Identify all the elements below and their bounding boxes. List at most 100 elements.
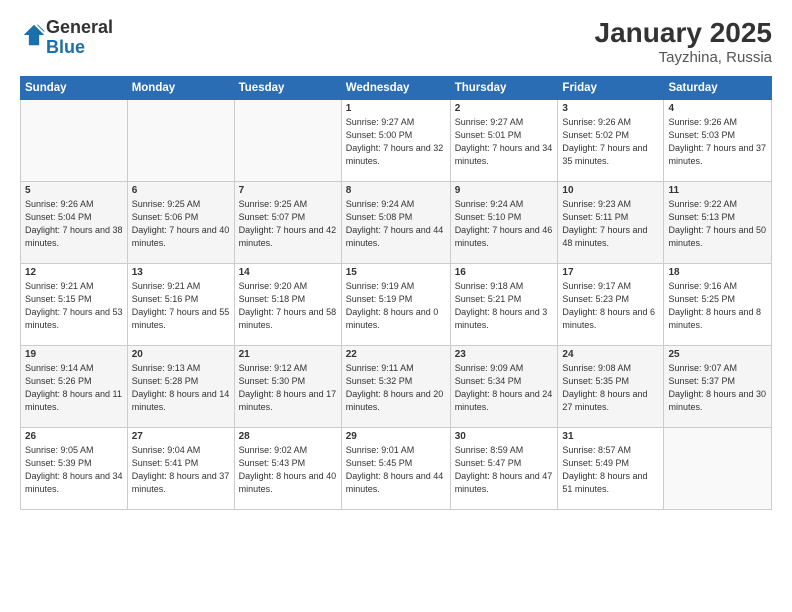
table-row: 2 Sunrise: 9:27 AMSunset: 5:01 PMDaylight… [450,99,558,181]
page: General Blue January 2025 Tayzhina, Russ… [0,0,792,612]
day-number: 30 [455,431,554,442]
calendar-week-row: 19Sunrise: 9:14 AMSunset: 5:26 PMDayligh… [21,345,772,427]
day-info: Sunrise: 9:12 AMSunset: 5:30 PMDaylight:… [239,362,337,414]
day-info: Sunrise: 9:11 AMSunset: 5:32 PMDaylight:… [346,362,446,414]
day-number: 9 [455,185,554,196]
day-number: 21 [239,349,337,360]
day-info: Sunrise: 9:19 AMSunset: 5:19 PMDaylight:… [346,280,446,332]
table-row: 24 Sunrise: 9:08 AMSunset: 5:35 PMDayligh… [558,345,664,427]
table-row: 25Sunrise: 9:07 AMSunset: 5:37 PMDayligh… [664,345,772,427]
page-title: January 2025 [595,18,772,49]
day-info: Sunrise: 9:08 AMSunset: 5:35 PMDaylight:… [562,362,659,414]
table-row: 14 Sunrise: 9:20 AMSunset: 5:18 PMDayligh… [234,263,341,345]
day-number: 11 [668,185,767,196]
day-number: 23 [455,349,554,360]
day-number: 13 [132,267,230,278]
day-number: 7 [239,185,337,196]
day-info: Sunrise: 9:23 AMSunset: 5:11 PMDaylight:… [562,198,659,250]
table-row [234,99,341,181]
day-info: Sunrise: 9:25 AMSunset: 5:06 PMDaylight:… [132,198,230,250]
col-thursday: Thursday [450,76,558,99]
col-sunday: Sunday [21,76,128,99]
day-info: Sunrise: 9:21 AMSunset: 5:15 PMDaylight:… [25,280,123,332]
table-row: 20Sunrise: 9:13 AMSunset: 5:28 PMDayligh… [127,345,234,427]
day-info: Sunrise: 9:04 AMSunset: 5:41 PMDaylight:… [132,444,230,496]
day-info: Sunrise: 9:17 AMSunset: 5:23 PMDaylight:… [562,280,659,332]
header: General Blue January 2025 Tayzhina, Russ… [20,18,772,66]
table-row: 12Sunrise: 9:21 AMSunset: 5:15 PMDayligh… [21,263,128,345]
day-info: Sunrise: 9:21 AMSunset: 5:16 PMDaylight:… [132,280,230,332]
table-row: 22 Sunrise: 9:11 AMSunset: 5:32 PMDayligh… [341,345,450,427]
table-row: 13 Sunrise: 9:21 AMSunset: 5:16 PMDayligh… [127,263,234,345]
table-row: 18 Sunrise: 9:16 AMSunset: 5:25 PMDayligh… [664,263,772,345]
day-info: Sunrise: 9:02 AMSunset: 5:43 PMDaylight:… [239,444,337,496]
day-info: Sunrise: 9:13 AMSunset: 5:28 PMDaylight:… [132,362,230,414]
day-number: 18 [668,267,767,278]
table-row: 28Sunrise: 9:02 AMSunset: 5:43 PMDayligh… [234,427,341,509]
day-info: Sunrise: 9:20 AMSunset: 5:18 PMDaylight:… [239,280,337,332]
day-info: Sunrise: 9:26 AMSunset: 5:02 PMDaylight:… [562,116,659,168]
calendar-week-row: 26 Sunrise: 9:05 AMSunset: 5:39 PMDayligh… [21,427,772,509]
day-number: 22 [346,349,446,360]
day-info: Sunrise: 9:05 AMSunset: 5:39 PMDaylight:… [25,444,123,496]
table-row: 6 Sunrise: 9:25 AMSunset: 5:06 PMDaylight… [127,181,234,263]
table-row: 10 Sunrise: 9:23 AMSunset: 5:11 PMDayligh… [558,181,664,263]
day-info: Sunrise: 8:59 AMSunset: 5:47 PMDaylight:… [455,444,554,496]
day-number: 3 [562,103,659,114]
day-info: Sunrise: 8:57 AMSunset: 5:49 PMDaylight:… [562,444,659,496]
day-info: Sunrise: 9:26 AMSunset: 5:04 PMDaylight:… [25,198,123,250]
day-info: Sunrise: 9:27 AMSunset: 5:01 PMDaylight:… [455,116,554,168]
table-row: 4Sunrise: 9:26 AMSunset: 5:03 PMDaylight… [664,99,772,181]
day-info: Sunrise: 9:09 AMSunset: 5:34 PMDaylight:… [455,362,554,414]
table-row: 31 Sunrise: 8:57 AMSunset: 5:49 PMDayligh… [558,427,664,509]
day-number: 29 [346,431,446,442]
day-number: 6 [132,185,230,196]
table-row [21,99,128,181]
col-saturday: Saturday [664,76,772,99]
day-number: 10 [562,185,659,196]
day-number: 14 [239,267,337,278]
calendar-week-row: 12Sunrise: 9:21 AMSunset: 5:15 PMDayligh… [21,263,772,345]
day-info: Sunrise: 9:24 AMSunset: 5:08 PMDaylight:… [346,198,446,250]
table-row: 15 Sunrise: 9:19 AMSunset: 5:19 PMDayligh… [341,263,450,345]
day-number: 17 [562,267,659,278]
day-info: Sunrise: 9:16 AMSunset: 5:25 PMDaylight:… [668,280,767,332]
day-number: 15 [346,267,446,278]
day-info: Sunrise: 9:26 AMSunset: 5:03 PMDaylight:… [668,116,767,168]
logo: General Blue [20,18,113,58]
day-info: Sunrise: 9:22 AMSunset: 5:13 PMDaylight:… [668,198,767,250]
col-friday: Friday [558,76,664,99]
calendar-week-row: 1 Sunrise: 9:27 AMSunset: 5:00 PMDaylight… [21,99,772,181]
table-row [664,427,772,509]
table-row: 29Sunrise: 9:01 AMSunset: 5:45 PMDayligh… [341,427,450,509]
day-number: 31 [562,431,659,442]
day-number: 1 [346,103,446,114]
table-row: 21 Sunrise: 9:12 AMSunset: 5:30 PMDayligh… [234,345,341,427]
day-number: 16 [455,267,554,278]
table-row: 17 Sunrise: 9:17 AMSunset: 5:23 PMDayligh… [558,263,664,345]
day-info: Sunrise: 9:27 AMSunset: 5:00 PMDaylight:… [346,116,446,168]
day-info: Sunrise: 9:24 AMSunset: 5:10 PMDaylight:… [455,198,554,250]
day-number: 2 [455,103,554,114]
table-row: 8Sunrise: 9:24 AMSunset: 5:08 PMDaylight… [341,181,450,263]
table-row: 27 Sunrise: 9:04 AMSunset: 5:41 PMDayligh… [127,427,234,509]
day-number: 27 [132,431,230,442]
col-monday: Monday [127,76,234,99]
table-row: 11 Sunrise: 9:22 AMSunset: 5:13 PMDayligh… [664,181,772,263]
calendar-week-row: 5Sunrise: 9:26 AMSunset: 5:04 PMDaylight… [21,181,772,263]
table-row: 7Sunrise: 9:25 AMSunset: 5:07 PMDaylight… [234,181,341,263]
logo-general-text: General [46,17,113,37]
table-row: 9 Sunrise: 9:24 AMSunset: 5:10 PMDaylight… [450,181,558,263]
table-row: 19Sunrise: 9:14 AMSunset: 5:26 PMDayligh… [21,345,128,427]
calendar-table: Sunday Monday Tuesday Wednesday Thursday… [20,76,772,510]
table-row: 5Sunrise: 9:26 AMSunset: 5:04 PMDaylight… [21,181,128,263]
day-number: 26 [25,431,123,442]
title-block: January 2025 Tayzhina, Russia [595,18,772,66]
day-number: 24 [562,349,659,360]
page-subtitle: Tayzhina, Russia [595,49,772,66]
table-row [127,99,234,181]
calendar-header-row: Sunday Monday Tuesday Wednesday Thursday… [21,76,772,99]
day-info: Sunrise: 9:18 AMSunset: 5:21 PMDaylight:… [455,280,554,332]
day-info: Sunrise: 9:07 AMSunset: 5:37 PMDaylight:… [668,362,767,414]
day-info: Sunrise: 9:14 AMSunset: 5:26 PMDaylight:… [25,362,123,414]
